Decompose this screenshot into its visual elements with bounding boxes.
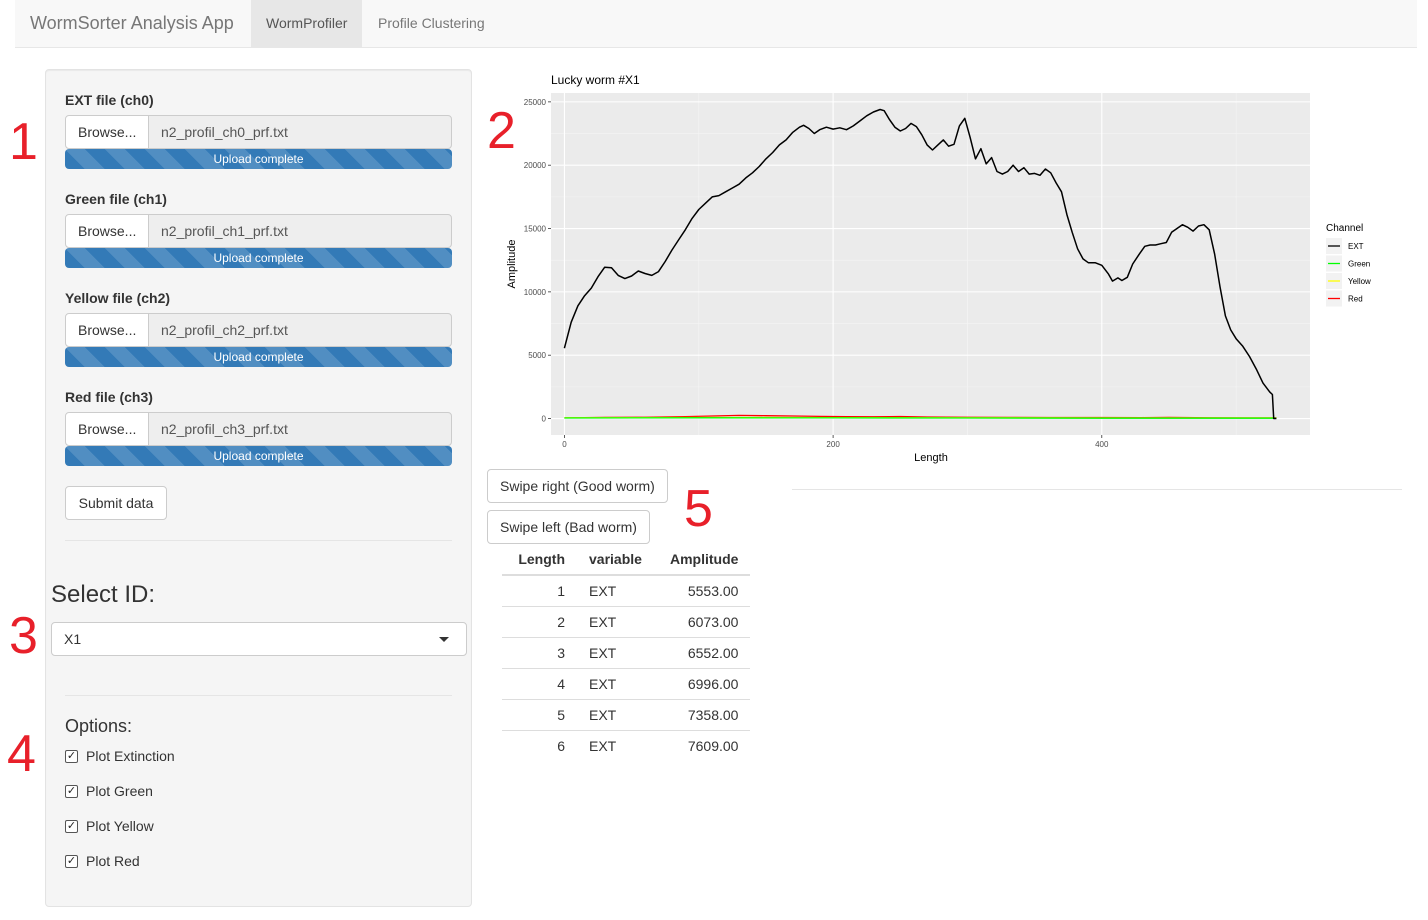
option-label: Plot Yellow	[86, 818, 154, 834]
cell-amplitude: 7358.00	[658, 698, 751, 730]
cell-variable: EXT	[577, 667, 658, 699]
annotation-4: 4	[7, 725, 36, 783]
green-file-name: n2_profil_ch1_prf.txt	[148, 214, 452, 248]
checkbox-plot-yellow[interactable]: ✓	[65, 820, 78, 833]
cell-length: 4	[502, 667, 577, 699]
plot-panel	[551, 93, 1310, 435]
sidebar-panel: EXT file (ch0) Browse... n2_profil_ch0_p…	[45, 69, 472, 907]
cell-amplitude: 5553.00	[658, 574, 751, 606]
legend-label-green: Green	[1348, 260, 1370, 269]
column-header-length: Length	[502, 543, 577, 576]
chart-title: Lucky worm #X1	[551, 73, 640, 87]
select-id-dropdown[interactable]: X1	[51, 622, 467, 656]
ext-browse-button[interactable]: Browse...	[65, 115, 149, 149]
y-tick-label: 15000	[524, 225, 547, 234]
green-browse-button[interactable]: Browse...	[65, 214, 149, 248]
option-label: Plot Red	[86, 853, 140, 869]
cell-length: 1	[502, 574, 577, 606]
table-row: 2 EXT 6073.00	[502, 605, 751, 637]
y-tick-label: 25000	[524, 98, 547, 107]
tab-wormprofiler[interactable]: WormProfiler	[251, 0, 363, 48]
caret-down-icon	[439, 637, 449, 642]
ext-upload-progress: Upload complete	[65, 149, 452, 169]
yellow-browse-button[interactable]: Browse...	[65, 313, 149, 347]
cell-variable: EXT	[577, 636, 658, 668]
annotation-1: 1	[9, 113, 38, 171]
red-file-label: Red file (ch3)	[65, 389, 153, 405]
x-axis-label: Length	[914, 452, 948, 464]
table-row: 1 EXT 5553.00	[502, 574, 751, 606]
tab-profile-clustering[interactable]: Profile Clustering	[363, 0, 500, 48]
ext-file-name: n2_profil_ch0_prf.txt	[148, 115, 452, 149]
table-row: 3 EXT 6552.00	[502, 636, 751, 668]
x-tick-label: 400	[1095, 440, 1109, 449]
legend-title: Channel	[1326, 223, 1363, 234]
cell-variable: EXT	[577, 574, 658, 606]
option-label: Plot Extinction	[86, 748, 175, 764]
cell-amplitude: 6996.00	[658, 667, 751, 699]
legend-label-ext: EXT	[1348, 242, 1364, 251]
navbar: WormSorter Analysis App WormProfiler Pro…	[15, 0, 1417, 48]
red-file-input[interactable]: Browse... n2_profil_ch3_prf.txt	[65, 412, 452, 446]
divider	[792, 489, 1402, 490]
legend-label-red: Red	[1348, 295, 1363, 304]
y-tick-label: 0	[542, 415, 547, 424]
cell-length: 5	[502, 698, 577, 730]
table-row: 5 EXT 7358.00	[502, 698, 751, 730]
green-file-label: Green file (ch1)	[65, 191, 167, 207]
checkbox-plot-extinction[interactable]: ✓	[65, 750, 78, 763]
cell-variable: EXT	[577, 729, 658, 761]
yellow-file-input[interactable]: Browse... n2_profil_ch2_prf.txt	[65, 313, 452, 347]
divider	[65, 695, 452, 696]
cell-length: 6	[502, 729, 577, 761]
red-browse-button[interactable]: Browse...	[65, 412, 149, 446]
swipe-left-button[interactable]: Swipe left (Bad worm)	[487, 510, 650, 544]
option-label: Plot Green	[86, 783, 153, 799]
ext-file-input[interactable]: Browse... n2_profil_ch0_prf.txt	[65, 115, 452, 149]
cell-variable: EXT	[577, 605, 658, 637]
cell-length: 3	[502, 636, 577, 668]
annotation-3: 3	[9, 607, 38, 665]
table-row: 4 EXT 6996.00	[502, 667, 751, 699]
y-tick-label: 20000	[524, 161, 547, 170]
checkbox-plot-red[interactable]: ✓	[65, 855, 78, 868]
green-upload-progress: Upload complete	[65, 248, 452, 268]
app-brand[interactable]: WormSorter Analysis App	[30, 13, 234, 34]
table-header-row: Length variable Amplitude	[502, 543, 751, 576]
red-file-name: n2_profil_ch3_prf.txt	[148, 412, 452, 446]
x-tick-label: 0	[562, 440, 567, 449]
amplitude-line-chart: Lucky worm #X1 0 200 400 0 5000 10000 15000 200…	[506, 73, 1371, 464]
ext-file-label: EXT file (ch0)	[65, 92, 154, 108]
red-upload-progress: Upload complete	[65, 446, 452, 466]
chart-legend: Channel EXT Green Yellow Red	[1326, 223, 1371, 307]
annotation-5: 5	[684, 480, 713, 538]
yellow-upload-progress: Upload complete	[65, 347, 452, 367]
cell-length: 2	[502, 605, 577, 637]
checkbox-plot-green[interactable]: ✓	[65, 785, 78, 798]
column-header-amplitude: Amplitude	[658, 543, 751, 576]
options-label: Options:	[65, 716, 133, 736]
cell-amplitude: 6073.00	[658, 605, 751, 637]
divider	[65, 540, 452, 541]
x-tick-label: 200	[826, 440, 840, 449]
legend-label-yellow: Yellow	[1348, 277, 1371, 286]
cell-variable: EXT	[577, 698, 658, 730]
data-table: Length variable Amplitude 1 EXT 5553.00 …	[502, 543, 751, 761]
select-id-value: X1	[64, 631, 82, 647]
yellow-file-label: Yellow file (ch2)	[65, 290, 171, 306]
submit-data-button[interactable]: Submit data	[65, 486, 167, 520]
swipe-right-button[interactable]: Swipe right (Good worm)	[487, 469, 668, 503]
yellow-file-name: n2_profil_ch2_prf.txt	[148, 313, 452, 347]
column-header-variable: variable	[577, 543, 658, 576]
y-axis-label: Amplitude	[506, 240, 518, 289]
y-tick-label: 5000	[528, 351, 546, 360]
cell-amplitude: 6552.00	[658, 636, 751, 668]
green-file-input[interactable]: Browse... n2_profil_ch1_prf.txt	[65, 214, 452, 248]
cell-amplitude: 7609.00	[658, 729, 751, 761]
select-id-label: Select ID:	[51, 581, 156, 608]
table-row: 6 EXT 7609.00	[502, 729, 751, 761]
y-tick-label: 10000	[524, 288, 547, 297]
